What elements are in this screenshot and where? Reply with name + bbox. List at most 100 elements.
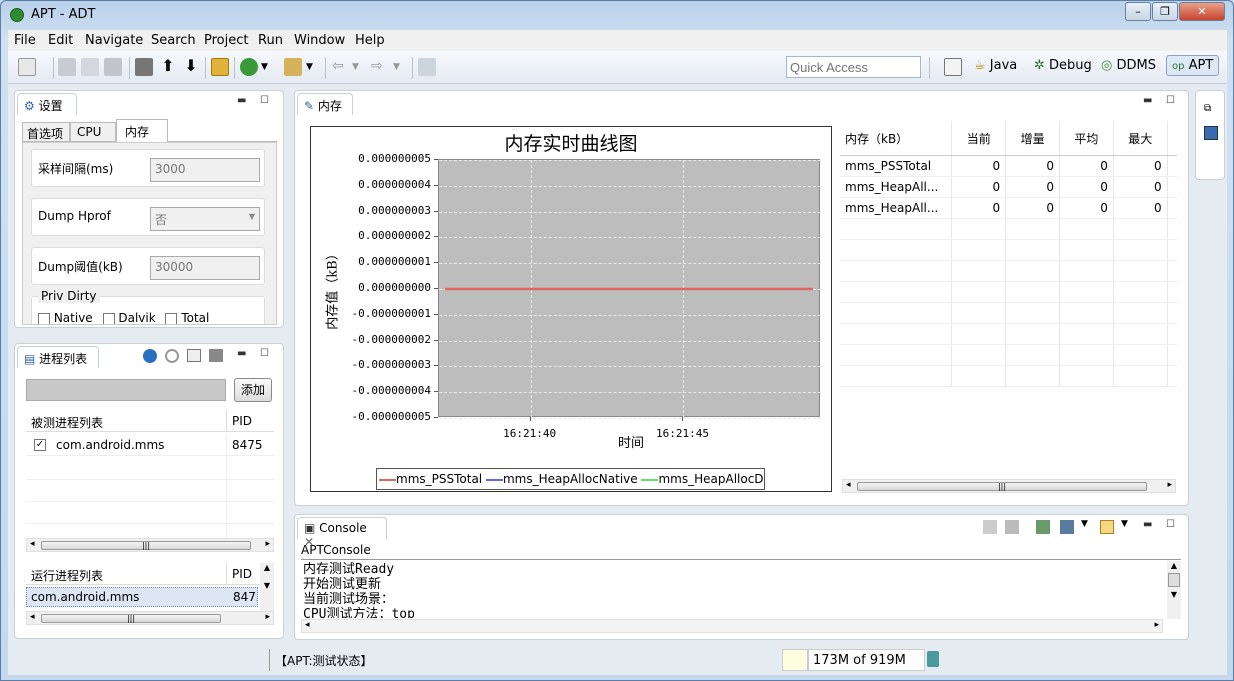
tested-horizontal-scrollbar[interactable]: ◂ ||| ▸ — [26, 538, 274, 552]
checkbox-total[interactable] — [165, 312, 178, 324]
device-icon[interactable] — [209, 349, 223, 362]
back-dropdown-icon[interactable]: ▼ — [352, 58, 370, 76]
perspective-ddms[interactable]: ◎ DDMS — [1101, 58, 1156, 73]
minimize-icon[interactable]: ▬ — [237, 348, 246, 359]
settings-view-tab[interactable]: ⚙ 设置 — [17, 93, 77, 115]
maximize-icon[interactable]: ☐ — [1166, 519, 1175, 530]
new-console-dropdown-icon[interactable]: ▼ — [1121, 519, 1128, 529]
upload-icon[interactable]: ⬆ — [159, 58, 177, 76]
menu-file[interactable]: File — [14, 33, 36, 48]
open-perspective-icon[interactable] — [944, 58, 962, 76]
run-dropdown-icon[interactable]: ▼ — [261, 58, 279, 76]
tool-icon[interactable] — [284, 58, 302, 76]
column-header[interactable]: 内存（kB） — [840, 121, 953, 156]
menu-search[interactable]: Search — [151, 33, 196, 48]
tested-process-checkbox[interactable]: ✓ — [34, 439, 46, 451]
menu-navigate[interactable]: Navigate — [85, 33, 143, 48]
maximize-icon[interactable]: ☐ — [1166, 95, 1175, 106]
restore-icon[interactable]: ⧉ — [1204, 103, 1211, 114]
scrollbar-thumb[interactable]: ||| — [857, 482, 1147, 491]
tab-cpu[interactable]: CPU — [70, 122, 116, 142]
perspective-apt[interactable]: op APT — [1166, 55, 1220, 76]
dump-threshold-input[interactable]: 30000 — [150, 256, 260, 280]
pause-icon[interactable] — [143, 349, 157, 363]
tab-preferences[interactable]: 首选项 — [22, 122, 70, 142]
console-output[interactable]: 内存测试Ready 开始测试更新 当前测试场景： CPU测试方法：top — [303, 562, 1163, 618]
back-icon[interactable]: ⇦ — [332, 58, 350, 76]
perspective-java[interactable]: ☕ Java — [974, 58, 1017, 73]
running-vertical-scrollbar[interactable]: ▲ ▼ — [260, 563, 274, 611]
table-row[interactable]: com.android.mms 8475 — [26, 587, 258, 607]
column-header[interactable]: 当前 — [951, 121, 1007, 156]
table-row[interactable] — [840, 365, 1177, 387]
print-icon[interactable] — [104, 58, 122, 76]
minimize-button[interactable]: – — [1125, 2, 1151, 21]
display-dropdown-icon[interactable]: ▼ — [1081, 519, 1088, 529]
menu-window[interactable]: Window — [294, 33, 345, 48]
table-row[interactable] — [840, 302, 1177, 324]
new-icon[interactable] — [18, 58, 36, 76]
console-vertical-scrollbar[interactable]: ▲ ▼ — [1167, 561, 1181, 619]
pin-icon[interactable] — [418, 58, 436, 76]
menu-run[interactable]: Run — [258, 33, 283, 48]
save-all-icon[interactable] — [81, 58, 99, 76]
new-console-icon[interactable] — [1100, 520, 1114, 534]
package-icon[interactable] — [211, 58, 229, 76]
table-row[interactable]: mms_PSSTotal00000 — [840, 155, 1177, 177]
forward-dropdown-icon[interactable]: ▼ — [393, 58, 411, 76]
stats-horizontal-scrollbar[interactable]: ◂ ||| ▸ — [842, 479, 1176, 493]
perspective-debug[interactable]: ✲ Debug — [1034, 58, 1092, 73]
checkbox-native[interactable] — [38, 312, 50, 324]
add-button[interactable]: 添加 — [234, 378, 272, 402]
table-row[interactable] — [840, 344, 1177, 366]
table-row[interactable] — [840, 218, 1177, 240]
running-horizontal-scrollbar[interactable]: ◂ ||| ▸ — [26, 611, 274, 625]
column-header[interactable]: 平均 — [1059, 121, 1114, 156]
memory-view-tab[interactable]: ✎ 内存 — [297, 93, 353, 115]
table-row[interactable] — [840, 281, 1177, 303]
quick-access-input[interactable] — [786, 56, 921, 78]
menu-help[interactable]: Help — [355, 33, 385, 48]
maximize-button[interactable]: ❐ — [1152, 2, 1178, 21]
forward-icon[interactable]: ⇨ — [371, 58, 389, 76]
menu-project[interactable]: Project — [204, 33, 248, 48]
table-row[interactable]: mms_HeapAll...00000 — [840, 197, 1177, 219]
refresh-icon[interactable] — [165, 349, 179, 363]
scrollbar-thumb[interactable]: ||| — [41, 614, 221, 623]
table-row[interactable]: mms_HeapAll...00000 — [840, 176, 1177, 198]
tab-memory[interactable]: 内存 — [116, 119, 168, 143]
image-icon[interactable] — [187, 349, 201, 362]
sample-interval-input[interactable]: 3000 — [150, 158, 260, 182]
download-icon[interactable]: ⬇ — [182, 58, 200, 76]
table-row[interactable] — [840, 239, 1177, 261]
checkbox-dalvik[interactable] — [102, 312, 115, 324]
trash-icon[interactable] — [927, 651, 939, 667]
console-tab[interactable]: ▣ Console ✕ — [297, 517, 387, 549]
display-console-icon[interactable] — [1060, 520, 1074, 534]
binary-icon[interactable] — [135, 58, 153, 76]
pin-console-icon[interactable] — [1036, 520, 1050, 534]
clear-console-icon[interactable] — [983, 520, 997, 534]
dump-hprof-select[interactable]: 否 ▼ — [150, 207, 260, 231]
run-icon[interactable] — [240, 58, 258, 76]
maximize-icon[interactable]: ☐ — [260, 95, 269, 106]
column-header[interactable]: 最大 — [1113, 121, 1168, 156]
minimize-icon[interactable]: ▬ — [237, 95, 246, 106]
column-header[interactable]: 最小 — [1167, 121, 1177, 156]
process-search-input[interactable] — [26, 379, 226, 401]
minimized-view-icon[interactable] — [1204, 126, 1218, 140]
scroll-lock-icon[interactable] — [1005, 520, 1019, 534]
menu-edit[interactable]: Edit — [48, 33, 73, 48]
console-horizontal-scrollbar[interactable]: ◂ ▸ — [301, 619, 1163, 633]
maximize-icon[interactable]: ☐ — [260, 348, 269, 359]
scrollbar-thumb[interactable]: ||| — [41, 541, 251, 550]
process-list-tab[interactable]: ▤ 进程列表 — [17, 346, 99, 368]
save-icon[interactable] — [58, 58, 76, 76]
minimize-icon[interactable]: ▬ — [1143, 95, 1152, 106]
minimize-icon[interactable]: ▬ — [1143, 519, 1152, 530]
tool-dropdown-icon[interactable]: ▼ — [306, 58, 324, 76]
table-row[interactable] — [840, 323, 1177, 345]
table-row[interactable] — [840, 260, 1177, 282]
column-header[interactable]: 增量 — [1005, 121, 1060, 156]
close-button[interactable]: ✕ — [1179, 2, 1225, 21]
